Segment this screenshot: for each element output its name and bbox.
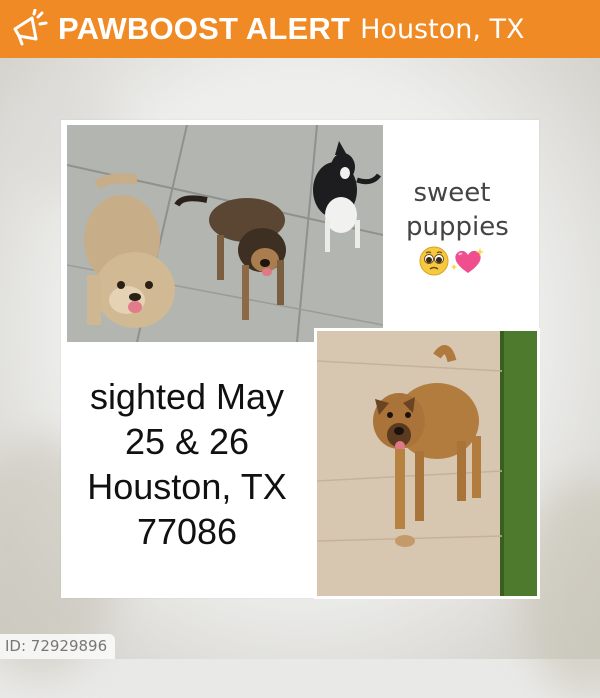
three-dogs-photo (67, 125, 383, 342)
alert-id: ID: 72929896 (0, 634, 116, 659)
brand-title: PAWBOOST ALERT (58, 11, 351, 46)
sparkling-heart-emoji (451, 248, 484, 273)
alert-location: Houston, TX (360, 13, 525, 45)
poster-caption: sweet puppies (406, 176, 509, 276)
alert-poster: sweet puppies sighted May 25 & 26 Housto… (61, 120, 540, 599)
pleading-face-emoji (419, 246, 449, 276)
sighted-line-3: Houston, TX (87, 466, 287, 507)
sighting-details: sighted May 25 & 26 Houston, TX 77086 (72, 374, 302, 554)
sighted-line-4: 77086 (136, 511, 238, 552)
megaphone-icon (13, 9, 48, 46)
caption-line-2: puppies (406, 212, 509, 242)
sighted-line-2: 25 & 26 (124, 421, 250, 462)
tan-dog-photo (314, 328, 540, 599)
caption-line-1: sweet (413, 178, 491, 208)
sighted-line-1: sighted May (89, 376, 285, 417)
alert-header: PAWBOOST ALERT Houston, TX (0, 0, 600, 58)
